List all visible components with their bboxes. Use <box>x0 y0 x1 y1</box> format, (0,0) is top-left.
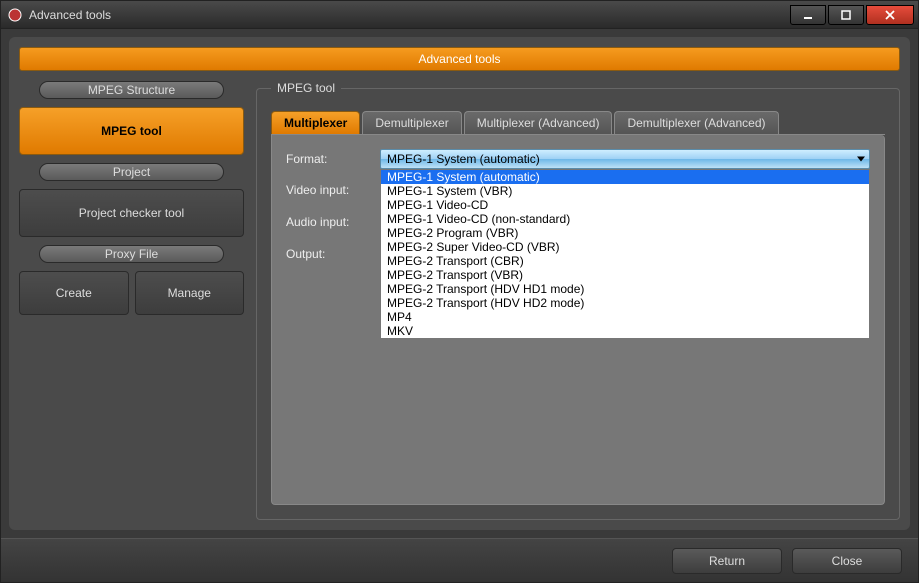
app-icon <box>7 7 23 23</box>
window-title: Advanced tools <box>29 8 111 22</box>
proxy-file-row: Create Manage <box>19 271 244 315</box>
mpeg-tool-panel: MPEG tool Multiplexer Demultiplexer Mult… <box>256 81 900 520</box>
banner: Advanced tools <box>19 47 900 71</box>
label-output: Output: <box>286 247 370 261</box>
tabstrip: Multiplexer Demultiplexer Multiplexer (A… <box>271 111 885 135</box>
sidebar-btn-project-checker[interactable]: Project checker tool <box>19 189 244 237</box>
format-option[interactable]: MPEG-2 Transport (CBR) <box>381 254 869 268</box>
row-format: Format: MPEG-1 System (automatic) MPEG-1… <box>286 149 870 169</box>
chevron-down-icon <box>857 157 865 162</box>
tab-multiplexer[interactable]: Multiplexer <box>271 111 360 134</box>
close-button[interactable] <box>866 5 914 25</box>
group-label-proxy-file: Proxy File <box>39 245 224 263</box>
format-option[interactable]: MP4 <box>381 310 869 324</box>
close-dialog-button[interactable]: Close <box>792 548 902 574</box>
columns: MPEG Structure MPEG tool Project Project… <box>19 81 900 520</box>
group-label-mpeg-structure: MPEG Structure <box>39 81 224 99</box>
format-combobox[interactable]: MPEG-1 System (automatic) <box>380 149 870 169</box>
label-format: Format: <box>286 152 370 166</box>
return-button[interactable]: Return <box>672 548 782 574</box>
panel-legend: MPEG tool <box>271 81 341 95</box>
tab-demultiplexer[interactable]: Demultiplexer <box>362 111 461 134</box>
format-option[interactable]: MPEG-2 Transport (HDV HD1 mode) <box>381 282 869 296</box>
tab-body: Format: MPEG-1 System (automatic) MPEG-1… <box>271 135 885 505</box>
format-option[interactable]: MPEG-1 Video-CD (non-standard) <box>381 212 869 226</box>
format-select-wrap: MPEG-1 System (automatic) MPEG-1 System … <box>380 149 870 169</box>
format-selected-value: MPEG-1 System (automatic) <box>387 152 540 166</box>
format-option[interactable]: MPEG-2 Transport (HDV HD2 mode) <box>381 296 869 310</box>
main-panel: MPEG tool Multiplexer Demultiplexer Mult… <box>256 81 900 520</box>
tab-demultiplexer-advanced[interactable]: Demultiplexer (Advanced) <box>614 111 778 134</box>
sidebar: MPEG Structure MPEG tool Project Project… <box>19 81 244 520</box>
label-audio-input: Audio input: <box>286 215 370 229</box>
sidebar-btn-mpeg-tool[interactable]: MPEG tool <box>19 107 244 155</box>
group-label-project: Project <box>39 163 224 181</box>
window-controls <box>788 5 914 25</box>
tab-multiplexer-advanced[interactable]: Multiplexer (Advanced) <box>464 111 613 134</box>
maximize-button[interactable] <box>828 5 864 25</box>
sidebar-btn-manage[interactable]: Manage <box>135 271 245 315</box>
format-option[interactable]: MPEG-2 Super Video-CD (VBR) <box>381 240 869 254</box>
format-option[interactable]: MPEG-1 Video-CD <box>381 198 869 212</box>
titlebar: Advanced tools <box>1 1 918 29</box>
format-option[interactable]: MPEG-2 Program (VBR) <box>381 226 869 240</box>
app-window: Advanced tools Advanced tools MPEG Struc… <box>0 0 919 583</box>
format-option[interactable]: MPEG-1 System (automatic) <box>381 170 869 184</box>
sidebar-btn-create[interactable]: Create <box>19 271 129 315</box>
minimize-button[interactable] <box>790 5 826 25</box>
format-dropdown[interactable]: MPEG-1 System (automatic)MPEG-1 System (… <box>380 169 870 339</box>
format-option[interactable]: MKV <box>381 324 869 338</box>
content-frame: Advanced tools MPEG Structure MPEG tool … <box>9 37 910 530</box>
footer: Return Close <box>1 538 918 582</box>
format-option[interactable]: MPEG-1 System (VBR) <box>381 184 869 198</box>
label-video-input: Video input: <box>286 183 370 197</box>
format-option[interactable]: MPEG-2 Transport (VBR) <box>381 268 869 282</box>
